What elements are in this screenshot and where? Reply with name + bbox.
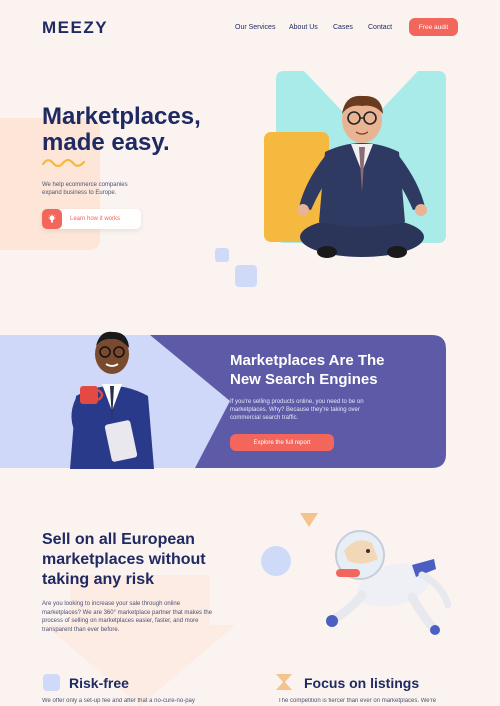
sell-title-line3: taking any risk <box>42 571 155 588</box>
businessman-with-mug-illustration <box>70 331 154 469</box>
logo[interactable]: MEEZY <box>42 18 108 38</box>
sell-description-line2: marketplaces? We are 360° marketplace pa… <box>42 609 213 616</box>
banner-description-line1: If you're selling products online, you n… <box>230 399 364 405</box>
hero-title: Marketplaces, made easy. <box>42 104 242 156</box>
feature-focus-on-listings-title: Focus on listings <box>304 675 420 691</box>
nav-about-us[interactable]: About Us <box>289 24 318 31</box>
nav-our-services[interactable]: Our Services <box>235 24 275 31</box>
learn-how-it-works-button[interactable]: Learn how it works <box>42 209 141 229</box>
nav-cases[interactable]: Cases <box>333 24 353 31</box>
explore-full-report-button[interactable]: Explore the full report <box>230 434 334 451</box>
hero-description-line2: expand business to Europe. <box>42 190 117 196</box>
feature-focus-on-listings-description: The competition is fiercer than ever on … <box>278 698 437 704</box>
learn-how-it-works-label: Learn how it works <box>70 216 121 222</box>
hero-title-line1: Marketplaces, <box>42 103 201 130</box>
sell-title: Sell on all European marketplaces withou… <box>42 530 242 590</box>
sell-description-line3: process of selling on marketplaces easie… <box>42 618 199 624</box>
feature-risk-free-title: Risk-free <box>69 675 129 691</box>
nav-contact[interactable]: Contact <box>368 24 392 31</box>
hero-description: We help ecommerce companies expand busin… <box>42 181 152 197</box>
free-audit-button[interactable]: Free audit <box>409 18 458 36</box>
hero-description-line1: We help ecommerce companies <box>42 182 128 188</box>
feature-risk-free-description: We offer only a set-up fee and after tha… <box>42 698 195 704</box>
sell-title-line1: Sell on all European <box>42 531 195 548</box>
banner-description: If you're selling products online, you n… <box>230 398 390 422</box>
decor-square-small <box>215 248 229 262</box>
astronaut-dog-illustration <box>326 530 452 635</box>
decor-triangle <box>300 513 318 527</box>
sell-description-line4: transparent than ever before. <box>42 626 120 633</box>
squiggle-underline <box>42 158 86 168</box>
banner-title-line2: New Search Engines <box>230 371 378 388</box>
hourglass-icon <box>276 674 292 690</box>
sell-title-line2: marketplaces without <box>42 551 206 568</box>
sell-description-line1: Are you looking to increase your sale th… <box>42 601 181 607</box>
banner-description-line2: marketplaces. Why? Because they're takin… <box>230 407 360 413</box>
risk-free-icon <box>43 674 60 691</box>
meditating-businessman-illustration <box>297 95 427 258</box>
banner-title: Marketplaces Are The New Search Engines <box>230 351 430 389</box>
banner-description-line3: commercial search traffic. <box>230 415 299 421</box>
decor-circle <box>261 546 291 576</box>
sell-description: Are you looking to increase your sale th… <box>42 600 232 634</box>
decor-square-large <box>235 265 257 287</box>
banner-title-line1: Marketplaces Are The <box>230 352 385 369</box>
lightbulb-icon <box>42 209 62 229</box>
hero-title-line2: made easy. <box>42 129 170 156</box>
